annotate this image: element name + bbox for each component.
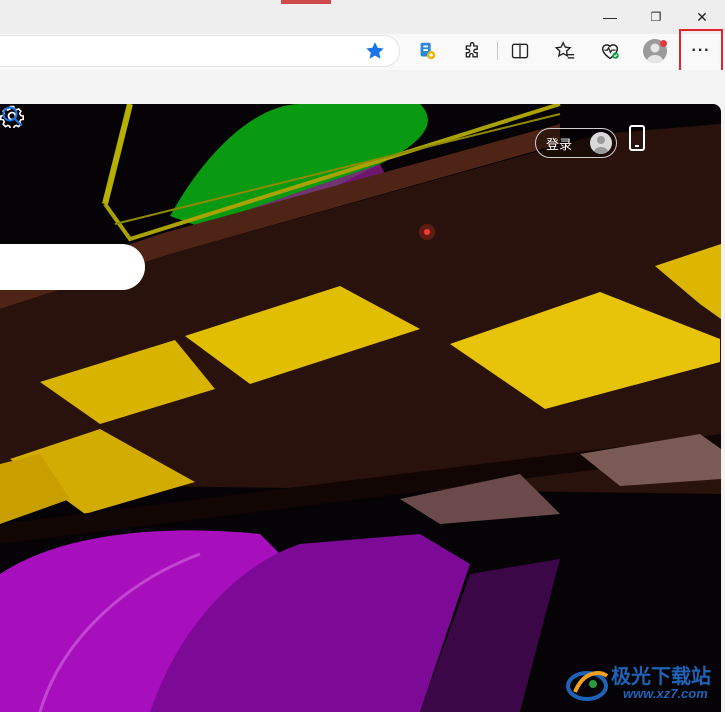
active-tab-accent	[281, 0, 331, 4]
search-input[interactable]	[0, 244, 145, 290]
login-label: 登录	[546, 136, 573, 152]
browser-essentials-icon	[601, 44, 619, 60]
favorites-button[interactable]	[552, 38, 578, 64]
restore-button[interactable]: ❐	[644, 6, 668, 28]
watermark: 极光下载站 www.xz7.com	[565, 658, 725, 708]
bing-chat-icon	[420, 42, 436, 60]
watermark-brand: 极光下载站	[611, 664, 711, 688]
favorites-icon	[554, 41, 575, 59]
mobile-device-icon[interactable]	[629, 125, 645, 151]
login-avatar-icon	[590, 132, 612, 154]
restore-icon: ❐	[650, 10, 662, 24]
close-icon: ✕	[696, 8, 708, 25]
watermark-logo-icon	[566, 671, 609, 701]
close-window-button[interactable]: ✕	[690, 6, 714, 28]
extensions-icon	[465, 42, 478, 58]
split-screen-button[interactable]	[507, 38, 533, 64]
extensions-button[interactable]	[460, 38, 486, 64]
login-button[interactable]: 登录	[535, 128, 617, 158]
split-screen-icon	[511, 43, 529, 59]
address-bar[interactable]	[0, 35, 400, 67]
toolbar-separator	[497, 42, 498, 60]
page-top-strip	[0, 70, 725, 104]
browser-essentials-button[interactable]	[597, 38, 623, 64]
background-photo: 登录	[0, 104, 721, 712]
notification-dot	[660, 40, 667, 47]
minimize-icon: —	[603, 9, 617, 25]
favorite-star-icon[interactable]	[364, 40, 386, 62]
bing-chat-button[interactable]	[414, 38, 440, 64]
search-icon[interactable]	[0, 104, 24, 128]
minimize-button[interactable]: —	[598, 6, 622, 28]
more-options-icon: ···	[691, 42, 711, 59]
more-options-button[interactable]: ···	[679, 29, 723, 73]
bridge-photo-illustration	[0, 104, 721, 712]
watermark-url: www.xz7.com	[623, 686, 708, 701]
